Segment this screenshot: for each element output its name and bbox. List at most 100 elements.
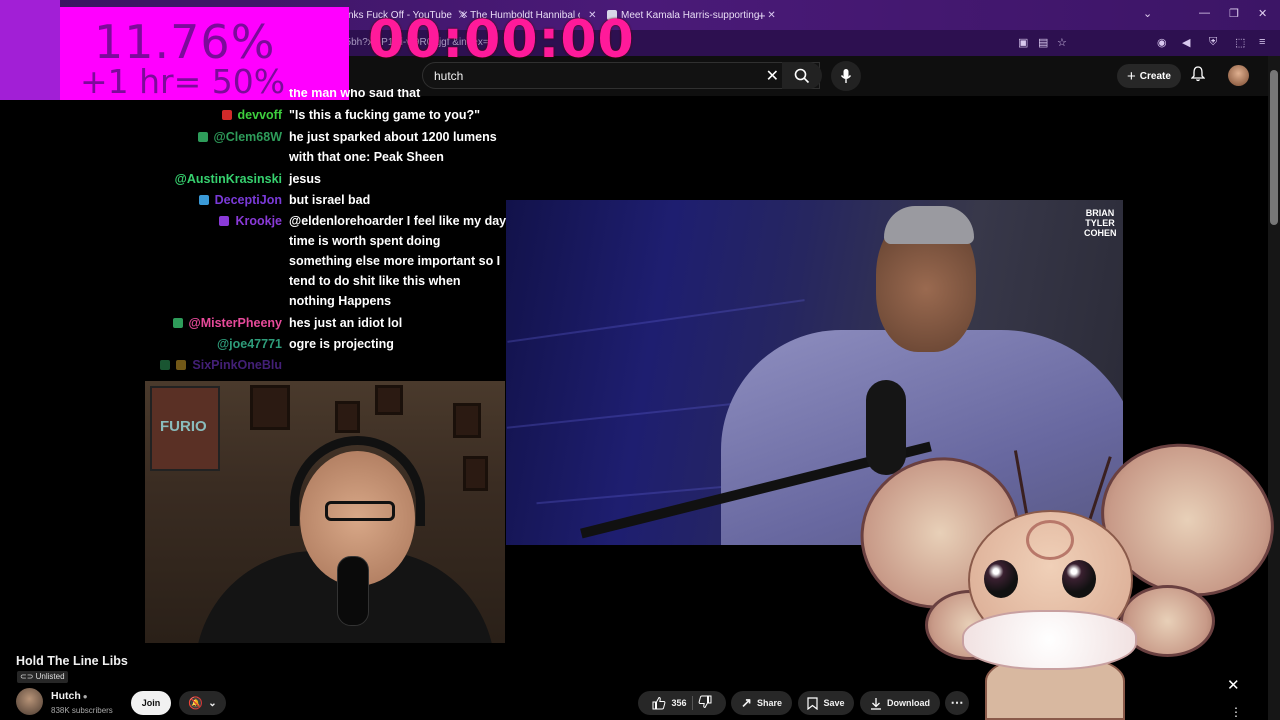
chat-badge-icon	[160, 360, 171, 370]
extensions-icon[interactable]: ⬚	[1235, 36, 1245, 49]
wall-frame	[250, 385, 290, 430]
search-button[interactable]	[782, 62, 822, 89]
overlay-purple-block	[0, 0, 60, 100]
link-icon: ⊂⊃	[20, 672, 34, 681]
picture-in-picture-icon[interactable]: ▣	[1018, 36, 1028, 49]
chat-user: @joe47771	[216, 337, 282, 351]
moth-eye-right	[1062, 560, 1096, 598]
chat-user: @MisterPheeny	[172, 316, 282, 330]
bookmark-star-icon[interactable]: ☆	[1057, 36, 1067, 49]
join-button[interactable]: Join	[131, 691, 171, 715]
plus-icon: +	[1127, 67, 1136, 85]
video-title: Hold The Line Libs	[16, 654, 128, 668]
create-button[interactable]: + Create	[1117, 64, 1181, 88]
download-icon	[871, 697, 881, 710]
kebab-menu-icon[interactable]: ⋮	[1230, 705, 1242, 719]
goal-percent-box: 11.76% +1 hr= 50%	[60, 7, 349, 101]
subscriber-count: 838K subscribers	[51, 706, 113, 715]
like-count: 356	[671, 698, 687, 708]
window-close-icon[interactable]: ✕	[1258, 7, 1267, 20]
chat-text: @eldenlorehoarder I feel like my day tim…	[289, 214, 507, 308]
user-avatar[interactable]	[1228, 65, 1249, 86]
notifications-button[interactable]	[1190, 66, 1206, 85]
like-dislike-group: 356	[638, 691, 726, 715]
bell-off-icon: 🔕	[188, 696, 204, 710]
scrollbar-thumb[interactable]	[1270, 70, 1278, 225]
verified-icon: ●	[82, 692, 88, 701]
chat-text: he just sparked about 1200 lumens with t…	[289, 130, 497, 164]
chat-message-partial: SixPinkOneBlu	[150, 358, 510, 370]
more-actions-button[interactable]: ⋯	[945, 691, 969, 715]
divider	[691, 696, 693, 710]
chat-text: "Is this a fucking game to you?"	[289, 108, 481, 122]
chat-message-partial: the man who said that	[150, 89, 510, 103]
chat-text: ogre is projecting	[289, 337, 394, 351]
clear-search-icon[interactable]: ✕	[766, 66, 779, 86]
chat-text: the man who said that	[289, 89, 421, 100]
chevron-down-icon: ⌄	[208, 697, 217, 709]
search-icon	[794, 68, 810, 83]
chat-text: hes just an idiot lol	[289, 316, 403, 330]
chat-text: but israel bad	[289, 193, 371, 207]
notification-settings-button[interactable]: 🔕 ⌄	[179, 691, 226, 715]
like-button[interactable]: 356	[652, 696, 687, 710]
account-icon[interactable]: ◉	[1157, 36, 1167, 49]
channel-name[interactable]: Hutch ●	[51, 690, 88, 702]
share-icon: ↗	[741, 695, 752, 710]
studio-mic	[866, 380, 906, 475]
chat-user: Krookje	[219, 214, 282, 228]
new-tab-button[interactable]: +	[758, 6, 766, 24]
video-frame[interactable]: BRIAN TYLER COHEN	[506, 200, 1123, 545]
unlisted-badge: ⊂⊃ Unlisted	[17, 671, 68, 683]
tab-label: Meet Kamala Harris-supporting	[621, 9, 760, 21]
audio-icon[interactable]: ◀	[1182, 36, 1190, 49]
mic-icon	[840, 69, 852, 83]
wall-frame	[375, 385, 403, 415]
wall-poster: FURIO	[150, 386, 220, 471]
wall-frame	[453, 403, 481, 438]
wall-frame	[335, 401, 360, 433]
create-label: Create	[1139, 70, 1171, 82]
close-tab-icon[interactable]: ✕	[767, 10, 775, 21]
tab-list-chevron-icon[interactable]: ⌄	[1143, 7, 1152, 20]
shield-icon[interactable]: ⛨	[1209, 36, 1217, 49]
chat-user: DeceptiJon	[198, 193, 282, 207]
chat-badge-icon	[172, 318, 183, 328]
stream-timer: 00:00:00	[368, 10, 635, 70]
save-icon	[807, 696, 819, 710]
chat-badge-icon	[221, 110, 232, 120]
close-icon[interactable]: ✕	[1227, 676, 1240, 694]
search-input[interactable]: hutch	[434, 69, 463, 83]
chat-overlay: the man who said that devvoff "Is this a …	[150, 89, 510, 370]
plus-icon: +	[758, 7, 766, 23]
chat-badge-icon	[198, 195, 209, 205]
host-mic	[337, 556, 369, 626]
speaker-hair	[884, 206, 974, 244]
moth-eye-left	[984, 560, 1018, 598]
download-button[interactable]: Download	[860, 691, 940, 715]
share-button[interactable]: ↗ Share	[731, 691, 792, 715]
poster-text: FURIO	[160, 418, 207, 435]
chat-user: SixPinkOneBlu	[160, 358, 282, 370]
restore-icon[interactable]: ❐	[1229, 7, 1239, 20]
channel-watermark: BRIAN TYLER COHEN	[1084, 208, 1117, 238]
wall-panel-line	[507, 299, 805, 343]
channel-avatar[interactable]	[16, 688, 43, 715]
moth-spiral	[1026, 520, 1074, 560]
menu-icon[interactable]: ≡	[1259, 36, 1265, 48]
screen: nks Fuck Off - YouTube ✕ 𝕏 The Humboldt …	[0, 0, 1280, 720]
thumbs-down-icon	[698, 695, 712, 709]
goal-percent: 11.76%	[94, 15, 276, 69]
voice-search-button[interactable]	[831, 61, 861, 91]
webcam-feed: FURIO	[145, 381, 505, 643]
chat-user: @AustinKrasinski	[174, 172, 282, 186]
reader-view-icon[interactable]: ▤	[1038, 36, 1048, 49]
dislike-button[interactable]	[698, 695, 712, 711]
chat-text: jesus	[289, 172, 321, 186]
minimize-icon[interactable]: —	[1199, 7, 1210, 19]
wall-frame	[463, 456, 488, 491]
chat-badge-icon	[197, 132, 208, 142]
chat-badge-icon	[219, 216, 230, 226]
moth-ruff	[962, 610, 1137, 670]
save-button[interactable]: Save	[798, 691, 854, 715]
